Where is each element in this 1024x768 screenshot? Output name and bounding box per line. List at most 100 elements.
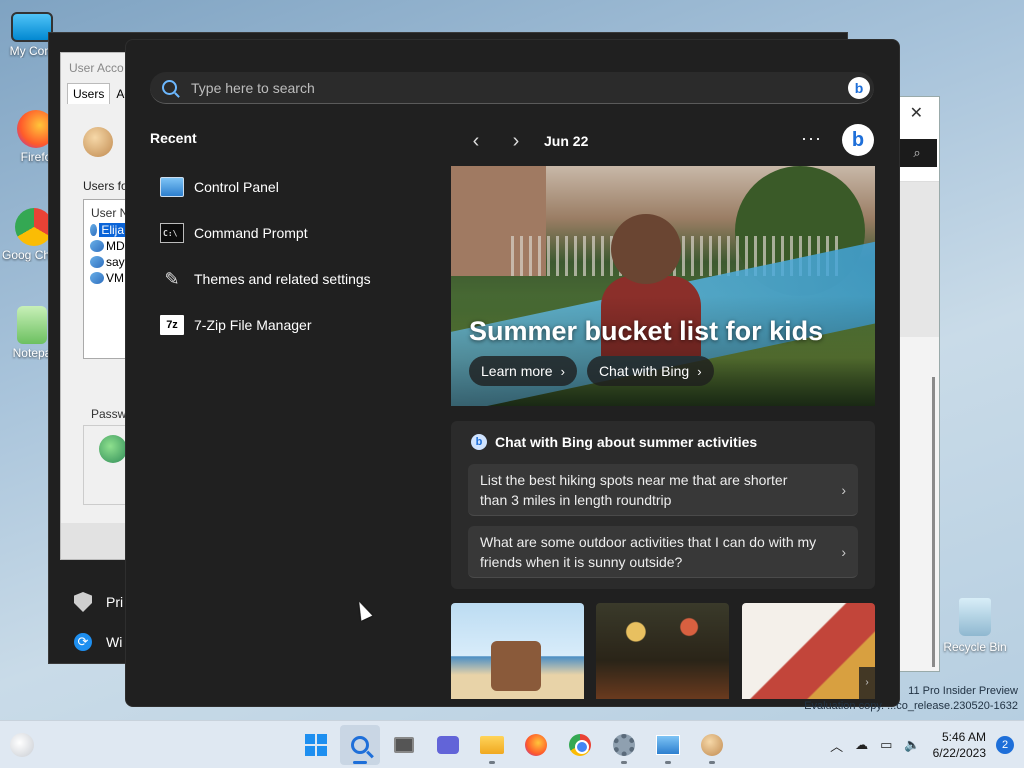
- menu-item-label: Pri: [106, 594, 124, 610]
- brush-icon: ✎: [164, 268, 180, 289]
- user-icon: [90, 272, 104, 284]
- taskbar-file-explorer-button[interactable]: [472, 725, 512, 765]
- clock-time: 5:46 AM: [941, 730, 986, 744]
- watermark-line: 11 Pro Insider Preview: [908, 685, 1018, 697]
- scrollbar[interactable]: [932, 377, 935, 667]
- recent-item-command-prompt[interactable]: C:\ Command Prompt: [160, 210, 371, 256]
- chat-card-heading: b Chat with Bing about summer activities: [471, 434, 757, 450]
- task-view-icon: [394, 737, 414, 753]
- highlights-date: Jun 22: [544, 133, 589, 149]
- taskbar-user-accounts-button[interactable]: [692, 725, 732, 765]
- taskbar-search-button[interactable]: [340, 725, 380, 765]
- beach-chair-image: [491, 641, 541, 691]
- taskbar-firefox-button[interactable]: [516, 725, 556, 765]
- chat-with-bing-card: b Chat with Bing about summer activities…: [451, 421, 875, 589]
- search-icon[interactable]: ⌕: [897, 139, 937, 167]
- chevron-right-icon[interactable]: ›: [496, 130, 536, 153]
- bing-icon: b: [471, 434, 487, 450]
- hero-card[interactable]: Summer bucket list for kids Learn more ›…: [451, 166, 875, 406]
- recent-item-control-panel[interactable]: Control Panel: [160, 164, 371, 210]
- hero-title: Summer bucket list for kids: [469, 316, 824, 346]
- notepad-icon: [17, 306, 47, 344]
- recent-heading: Recent: [150, 130, 197, 146]
- recent-item-label: Themes and related settings: [194, 271, 371, 287]
- taskbar: ︿ ☁ ▭ 🔈 5:46 AM 6/22/2023 2: [0, 720, 1024, 768]
- control-panel-icon: [656, 735, 680, 755]
- list-item[interactable]: say: [84, 254, 129, 270]
- search-flyout: b Recent Control Panel C:\ Command Promp…: [125, 39, 900, 707]
- taskbar-chrome-button[interactable]: [560, 725, 600, 765]
- clock[interactable]: 5:46 AM 6/22/2023: [933, 729, 986, 761]
- list-item[interactable]: MD: [84, 238, 129, 254]
- taskbar-apps: [296, 725, 732, 765]
- taskbar-task-view-button[interactable]: [384, 725, 424, 765]
- recent-item-label: 7-Zip File Manager: [194, 317, 312, 333]
- list-header[interactable]: User N: [84, 200, 129, 222]
- learn-more-button[interactable]: Learn more ›: [469, 356, 577, 386]
- users-list[interactable]: User N Elija MD say VM: [83, 199, 129, 359]
- chrome-icon: [569, 734, 591, 756]
- chevron-right-icon: ›: [841, 544, 846, 560]
- password-label: Passw: [91, 407, 127, 421]
- windows-update-icon: ⟳: [74, 633, 92, 651]
- volume-icon[interactable]: 🔈: [904, 737, 920, 753]
- desktop-icon-recycle-bin[interactable]: Recycle Bin: [942, 598, 1008, 654]
- list-item[interactable]: VM: [84, 270, 129, 286]
- chevron-left-icon[interactable]: ‹: [456, 130, 496, 153]
- prompt-text: List the best hiking spots near me that …: [480, 472, 788, 508]
- monitor-icon: [11, 12, 53, 42]
- users-icon: [701, 734, 723, 756]
- search-input[interactable]: [191, 79, 831, 96]
- control-panel-icon: [160, 177, 184, 197]
- chevron-up-icon[interactable]: ︿: [830, 736, 843, 755]
- close-icon[interactable]: ✕: [910, 103, 923, 123]
- weather-widget-icon[interactable]: [10, 733, 34, 757]
- chevron-right-icon: ›: [560, 363, 565, 379]
- folder-icon: [480, 736, 504, 754]
- chat-prompt-outdoor[interactable]: What are some outdoor activities that I …: [468, 526, 858, 578]
- gear-icon: [613, 734, 635, 756]
- background-settings-menu: Pri ⟳ Wi: [60, 582, 123, 662]
- user-accounts-window[interactable]: User Acco Users Ad Users fo User N Elija…: [60, 52, 130, 560]
- bing-icon[interactable]: b: [842, 124, 874, 156]
- search-bar[interactable]: b: [150, 72, 874, 104]
- watermark-line: Evaluation copy. ...co_release.230520-16…: [804, 700, 1018, 712]
- recent-item-7zip[interactable]: 7z 7-Zip File Manager: [160, 302, 371, 348]
- 7zip-icon: 7z: [160, 315, 184, 335]
- notification-badge[interactable]: 2: [996, 736, 1014, 754]
- more-options-icon[interactable]: ···: [801, 128, 822, 149]
- shield-icon: [74, 592, 92, 612]
- tab-users[interactable]: Users: [67, 83, 111, 104]
- button-label: Learn more: [481, 363, 553, 379]
- chat-icon: [437, 736, 459, 754]
- window-footer: [61, 523, 129, 559]
- taskbar-start-button[interactable]: [296, 725, 336, 765]
- chat-with-bing-button[interactable]: Chat with Bing ›: [586, 356, 714, 386]
- users-label: Users fo: [83, 179, 128, 193]
- chat-prompt-hiking[interactable]: List the best hiking spots near me that …: [468, 464, 858, 516]
- chat-card-title: Chat with Bing about summer activities: [495, 434, 758, 450]
- taskbar-control-panel-button[interactable]: [648, 725, 688, 765]
- list-item[interactable]: Elija: [84, 222, 129, 238]
- menu-item-windows-update[interactable]: ⟳ Wi: [74, 622, 123, 662]
- display-icon[interactable]: ▭: [880, 737, 892, 753]
- recent-item-themes[interactable]: ✎ Themes and related settings: [160, 256, 371, 302]
- prompt-text: What are some outdoor activities that I …: [480, 534, 817, 570]
- menu-item-privacy[interactable]: Pri: [74, 582, 123, 622]
- recent-item-label: Command Prompt: [194, 225, 308, 241]
- thumbnail-party[interactable]: [596, 603, 729, 699]
- users-icon: [83, 127, 113, 157]
- window-title: User Acco: [69, 61, 124, 75]
- hero-actions: Learn more › Chat with Bing ›: [469, 356, 714, 386]
- system-tray: ︿ ☁ ▭ 🔈 5:46 AM 6/22/2023 2: [830, 721, 1024, 768]
- network-offline-icon[interactable]: ☁: [855, 737, 868, 753]
- recycle-bin-icon: [959, 598, 991, 636]
- evaluation-watermark: 11 Pro Insider Preview Evaluation copy. …: [804, 684, 1018, 714]
- thumbnail-beach[interactable]: [451, 603, 584, 699]
- firefox-icon: [525, 734, 547, 756]
- taskbar-settings-button[interactable]: [604, 725, 644, 765]
- bing-icon[interactable]: b: [848, 77, 870, 99]
- windows-logo-icon: [305, 734, 327, 756]
- taskbar-chat-button[interactable]: [428, 725, 468, 765]
- clock-date: 6/22/2023: [932, 746, 986, 760]
